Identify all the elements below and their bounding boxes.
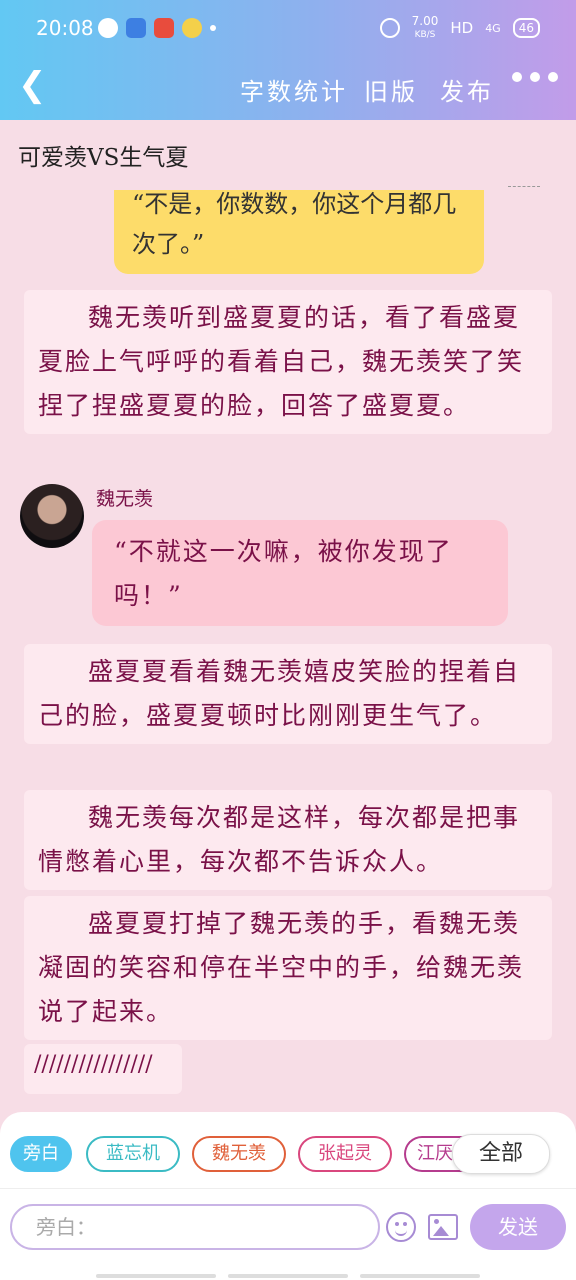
clock: 20:08: [36, 16, 94, 40]
narration-block[interactable]: 盛夏夏看着魏无羡嬉皮笑脸的捏着自己的脸，盛夏夏顿时比刚刚更生气了。: [24, 644, 552, 744]
avatar[interactable]: [20, 484, 84, 548]
back-chevron-icon[interactable]: ❮: [18, 68, 47, 102]
nav-handle: [96, 1274, 216, 1278]
header-gradient: 20:08 7.00 KB/S HD 4G 46 ❮ 字数统计 旧版 发布: [0, 0, 576, 120]
divider-mark: [508, 186, 540, 191]
signal-label: 4G: [485, 21, 501, 35]
status-bar: 20:08 7.00 KB/S HD 4G 46: [0, 0, 576, 58]
speaker-bubble[interactable]: “不就这一次嘛，被你发现了吗！”: [92, 520, 508, 626]
notification-icons: [98, 18, 216, 38]
narration-block[interactable]: 魏无羡每次都是这样，每次都是把事情憋着心里，每次都不告诉众人。: [24, 790, 552, 890]
app-icon-red: [154, 18, 174, 38]
k-app-icon: [98, 18, 118, 38]
role-chip-narrator[interactable]: 旁白: [10, 1136, 72, 1172]
publish-button[interactable]: 发布: [440, 72, 494, 107]
compose-panel: 旁白 蓝忘机 魏无羡 张起灵 江厌 全部 旁白： 发送: [0, 1112, 576, 1280]
dot-indicator: [210, 25, 216, 31]
role-chip[interactable]: 蓝忘机: [86, 1136, 180, 1172]
message-input[interactable]: 旁白：: [10, 1204, 380, 1250]
role-chip[interactable]: 魏无羡: [192, 1136, 286, 1172]
narration-block[interactable]: 魏无羡听到盛夏夏的话，看了看盛夏夏脸上气呼呼的看着自己，魏无羡笑了笑捏了捏盛夏夏…: [24, 290, 552, 434]
story-title: 可爱羡VS生气夏: [18, 145, 189, 171]
word-count-button[interactable]: 字数统计: [240, 72, 348, 107]
role-chip[interactable]: 张起灵: [298, 1136, 392, 1172]
narration-block[interactable]: ////////////////: [24, 1044, 182, 1094]
top-nav: ❮ 字数统计 旧版 发布: [0, 58, 576, 114]
all-roles-button[interactable]: 全部: [452, 1134, 550, 1174]
message-text: “不是，你数数，你这个月都几次了。”: [132, 190, 457, 258]
battery-icon: 46: [512, 18, 540, 38]
nav-handle: [228, 1274, 348, 1278]
image-icon[interactable]: [428, 1214, 458, 1240]
network-label: HD: [450, 19, 474, 37]
more-icon[interactable]: [512, 72, 558, 82]
message-bubble-yellow[interactable]: “不是，你数数，你这个月都几次了。”: [114, 190, 484, 274]
old-version-button[interactable]: 旧版: [364, 72, 418, 107]
speed-readout: 7.00 KB/S: [411, 14, 439, 40]
nav-handle: [360, 1274, 480, 1278]
app-icon-blue: [126, 18, 146, 38]
emoji-icon[interactable]: [386, 1212, 416, 1242]
weibo-icon: [182, 18, 202, 38]
status-right: 7.00 KB/S HD 4G 46: [379, 14, 540, 41]
alarm-icon: [379, 18, 400, 38]
send-button[interactable]: 发送: [470, 1204, 566, 1250]
narration-block[interactable]: 盛夏夏打掉了魏无羡的手，看魏无羡凝固的笑容和停在半空中的手，给魏无羡说了起来。: [24, 896, 552, 1040]
speaker-name: 魏无羡: [96, 488, 154, 510]
divider: [0, 1188, 576, 1189]
